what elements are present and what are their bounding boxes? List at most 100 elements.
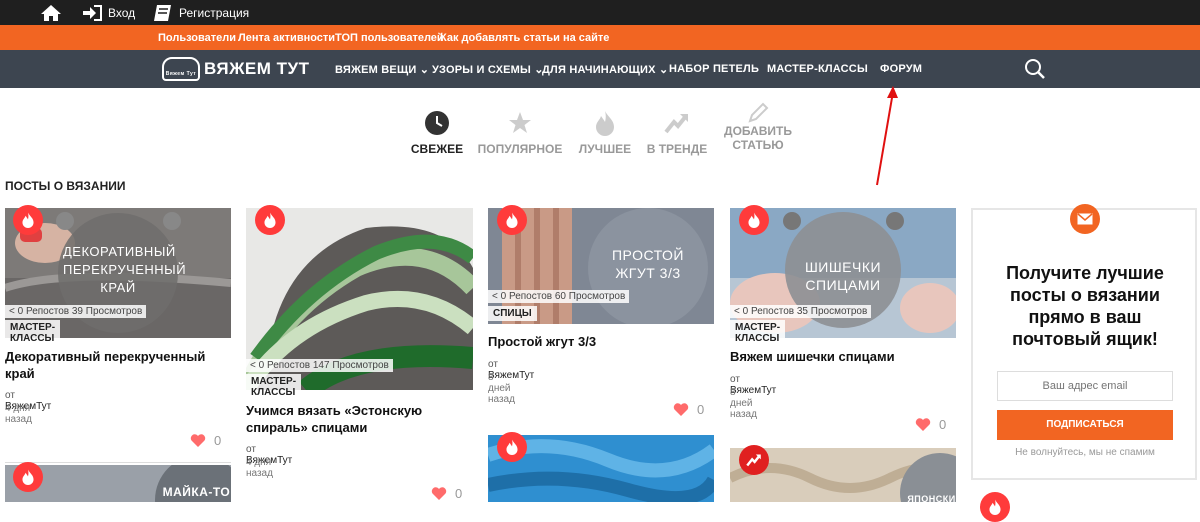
mail-badge <box>1070 204 1100 234</box>
login-label: Вход <box>108 5 136 20</box>
section-title: ПОСТЫ О ВЯЗАНИИ <box>5 179 126 193</box>
newsletter-headline: Получите лучшие посты о вязании прямо в … <box>1006 263 1164 349</box>
register-label: Регистрация <box>179 5 250 20</box>
post-overlay-text: ПРОСТОЙ ЖГУТ 3/3 <box>611 247 684 281</box>
post-date: 4 дня назад <box>5 403 32 425</box>
post-overlay-text: ДЕКОРАТИВНЫЙ ПЕРЕКРУЧЕННЫЙ КРАЙ <box>63 244 187 295</box>
trend-icon <box>746 454 761 467</box>
annotation-arrow <box>876 86 898 186</box>
post-overlay-text: ЯПОНСКИЙ <box>907 494 963 504</box>
nav-beginners[interactable]: ДЛЯ НАЧИНАЮЩИХ ⌄ <box>542 63 668 76</box>
likes-count: 0 <box>939 417 947 432</box>
heart-icon <box>673 402 689 416</box>
top-bar: Вход Регистрация <box>0 0 1200 25</box>
post-stats: < 0 Репостов 60 Просмотров <box>488 290 630 303</box>
post-overlay-text: ШИШЕЧКИ СПИЦАМИ <box>804 259 882 293</box>
trend-icon <box>664 114 688 134</box>
post-stats-text: 0 Репостов 147 Просмотров <box>258 360 389 371</box>
fire-icon <box>506 439 518 455</box>
author-prefix: от <box>5 390 15 401</box>
share-icon: < <box>9 306 15 317</box>
community-links-bar: Пользователи Лента активности ТОП пользо… <box>0 25 1200 50</box>
fire-icon <box>22 212 34 228</box>
nav-label: ДЛЯ НАЧИНАЮЩИХ <box>542 64 656 76</box>
post-category[interactable]: МАСТЕР-КЛАССЫ <box>730 320 786 346</box>
hot-badge <box>13 205 43 235</box>
fire-icon <box>596 111 614 136</box>
nav-cast-on[interactable]: НАБОР ПЕТЕЛЬ <box>669 63 759 75</box>
login-link[interactable]: Вход <box>82 0 135 25</box>
share-icon: < <box>250 360 256 371</box>
logo-badge: Вяжем Тут <box>162 57 200 81</box>
fire-icon <box>748 212 760 228</box>
hot-badge <box>497 432 527 462</box>
home-link[interactable] <box>40 0 62 25</box>
search-icon[interactable] <box>1024 58 1046 80</box>
author-prefix: от <box>246 444 256 455</box>
hot-badge <box>980 492 1010 522</box>
share-icon: < <box>492 291 498 302</box>
star-icon <box>509 112 531 133</box>
main-nav: Вяжем Тут Вяжем тут ВЯЖЕМ ВЕЩИ ⌄ УЗОРЫ И… <box>0 50 1200 88</box>
post-category[interactable]: СПИЦЫ <box>488 306 537 321</box>
envelope-icon <box>1077 213 1093 225</box>
post-likes[interactable]: 0 <box>190 433 221 448</box>
post-stats-text: 0 Репостов 35 Просмотров <box>742 306 868 317</box>
post-stats: < 0 Репостов 39 Просмотров <box>5 305 147 318</box>
login-icon <box>83 4 102 21</box>
post-title[interactable]: Вяжем шишечки спицами <box>730 348 945 365</box>
post-date: 8 дней назад <box>730 387 757 420</box>
post-likes[interactable]: 0 <box>915 417 946 432</box>
users-link[interactable]: Пользователи <box>158 32 236 44</box>
share-icon: < <box>734 306 740 317</box>
post-stats-text: 0 Репостов 39 Просмотров <box>17 306 143 317</box>
post-likes[interactable]: 0 <box>431 486 462 501</box>
heart-icon <box>431 486 447 500</box>
post-title[interactable]: Простой жгут 3/3 <box>488 333 703 350</box>
post-title[interactable]: Декоративный перекрученный край <box>5 348 220 382</box>
heart-icon <box>915 417 931 431</box>
tab-add-article[interactable]: ДОБАВИТЬ СТАТЬЮ <box>708 102 808 152</box>
post-title[interactable]: Учимся вязать «Эстонскую спираль» спицам… <box>246 402 446 436</box>
logo-text: Вяжем тут <box>204 59 310 78</box>
email-field[interactable] <box>997 371 1173 401</box>
newsletter-box: Получите лучшие посты о вязании прямо в … <box>971 204 1197 480</box>
fire-icon <box>506 212 518 228</box>
subscribe-button[interactable]: ПОДПИСАТЬСЯ <box>997 410 1173 440</box>
hot-badge <box>497 205 527 235</box>
chevron-down-icon: ⌄ <box>419 64 430 76</box>
nav-label: ВЯЖЕМ ВЕЩИ <box>335 64 417 76</box>
post-stats: < 0 Репостов 147 Просмотров <box>246 359 393 372</box>
trending-badge <box>739 445 769 475</box>
nav-forum[interactable]: ФОРУМ <box>880 63 922 75</box>
nav-knit-items[interactable]: ВЯЖЕМ ВЕЩИ ⌄ <box>335 63 429 76</box>
activity-feed-link[interactable]: Лента активности <box>238 32 335 44</box>
post-category[interactable]: МАСТЕР-КЛАССЫ <box>246 374 302 400</box>
card-divider <box>5 462 231 463</box>
post-date: 4 дня назад <box>246 457 273 479</box>
author-prefix: от <box>730 374 740 385</box>
pencil-icon <box>748 102 769 123</box>
nav-master-classes[interactable]: МАСТЕР-КЛАССЫ <box>767 63 868 75</box>
heart-icon <box>190 433 206 447</box>
likes-count: 0 <box>455 486 463 501</box>
top-users-link[interactable]: ТОП пользователей <box>335 32 444 44</box>
register-link[interactable]: Регистрация <box>153 0 249 25</box>
clock-icon <box>425 111 449 135</box>
hot-badge <box>739 205 769 235</box>
post-likes[interactable]: 0 <box>673 402 704 417</box>
likes-count: 0 <box>214 433 222 448</box>
author-prefix: от <box>488 359 498 370</box>
site-logo[interactable]: Вяжем Тут Вяжем тут <box>162 56 310 82</box>
post-date: 8 дней назад <box>488 372 515 405</box>
nav-label: УЗОРЫ И СХЕМЫ <box>432 64 532 76</box>
tab-label: СТАТЬЮ <box>732 138 784 152</box>
post-stats: < 0 Репостов 35 Просмотров <box>730 305 872 318</box>
likes-count: 0 <box>697 402 705 417</box>
nav-patterns[interactable]: УЗОРЫ И СХЕМЫ ⌄ <box>432 63 544 76</box>
how-to-add-link[interactable]: Как добавлять статьи на сайте <box>440 32 609 44</box>
fire-icon <box>989 499 1001 515</box>
home-icon <box>41 4 61 21</box>
post-category[interactable]: МАСТЕР-КЛАССЫ <box>5 320 61 346</box>
fire-icon <box>264 212 276 228</box>
